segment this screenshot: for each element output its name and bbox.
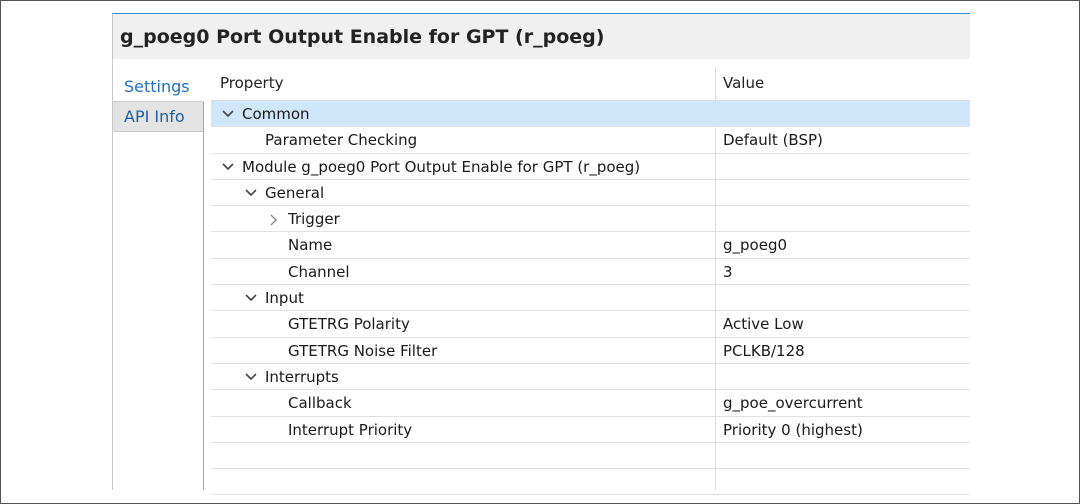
property-cell: Parameter Checking	[243, 127, 417, 153]
value-cell[interactable]: g_poe_overcurrent	[723, 390, 863, 416]
property-label: Name	[288, 236, 333, 255]
property-label: Common	[242, 105, 310, 123]
table-row[interactable]: Callback g_poe_overcurrent	[211, 390, 970, 417]
table-row[interactable]: Parameter Checking Default (BSP)	[211, 127, 970, 154]
table-row[interactable]: Trigger	[211, 206, 970, 233]
table-row[interactable]: Common	[211, 101, 970, 128]
chevron-down-icon[interactable]	[220, 154, 236, 180]
property-cell: GTETRG Noise Filter	[266, 338, 437, 364]
property-cell: Channel	[266, 259, 350, 285]
tab-settings[interactable]: Settings	[113, 72, 204, 102]
property-cell	[220, 443, 242, 469]
property-label: Module g_poeg0 Port Output Enable for GP…	[242, 157, 641, 176]
table-row[interactable]: Name g_poeg0	[211, 232, 970, 259]
panel-title: g_poeg0 Port Output Enable for GPT (r_po…	[120, 25, 605, 48]
value-cell[interactable]: Priority 0 (highest)	[723, 417, 863, 443]
property-cell	[220, 469, 242, 495]
value-cell[interactable]: Active Low	[723, 311, 804, 337]
property-cell: Interrupt Priority	[266, 417, 412, 443]
chevron-down-icon[interactable]	[220, 101, 236, 127]
property-label: Input	[265, 289, 304, 308]
property-cell: Name	[266, 232, 332, 258]
chevron-down-icon[interactable]	[243, 285, 259, 311]
table-row[interactable]: General	[211, 180, 970, 207]
table-row[interactable]: Interrupt Priority Priority 0 (highest)	[211, 417, 970, 443]
property-label: Channel	[288, 262, 350, 281]
property-label: GTETRG Polarity	[288, 315, 410, 334]
property-label: Interrupt Priority	[288, 420, 413, 439]
column-header-property[interactable]: Property	[220, 67, 283, 100]
table-row[interactable]: Input	[211, 285, 970, 312]
table-row[interactable]	[211, 469, 970, 496]
property-label: Parameter Checking	[265, 131, 418, 150]
tab-api-info[interactable]: API Info	[113, 102, 203, 132]
table-header: Property Value	[211, 67, 970, 101]
property-label: Callback	[288, 394, 352, 413]
table-row[interactable]: Module g_poeg0 Port Output Enable for GP…	[211, 154, 970, 180]
property-cell: Common	[220, 101, 310, 127]
chevron-down-icon[interactable]	[243, 364, 259, 390]
table-row[interactable]: Channel 3	[211, 259, 970, 286]
property-cell: Callback	[266, 390, 352, 416]
column-header-value[interactable]: Value	[723, 67, 764, 100]
table-row[interactable]: GTETRG Noise Filter PCLKB/128	[211, 338, 970, 364]
table-body: Common Parameter Checking Default (BSP) Mod…	[211, 101, 970, 496]
property-cell: Module g_poeg0 Port Output Enable for GP…	[220, 154, 640, 180]
property-label: General	[265, 183, 325, 202]
properties-panel: g_poeg0 Port Output Enable for GPT (r_po…	[112, 13, 970, 496]
property-cell: GTETRG Polarity	[266, 311, 410, 337]
property-cell: General	[243, 180, 324, 206]
value-cell[interactable]: g_poeg0	[723, 232, 787, 258]
table-row[interactable]: GTETRG Polarity Active Low	[211, 311, 970, 338]
property-label: Trigger	[288, 210, 340, 229]
side-tab-bar: Settings API Info	[113, 72, 204, 490]
property-label: Interrupts	[265, 367, 339, 386]
property-cell: Trigger	[266, 206, 340, 232]
property-label: GTETRG Noise Filter	[288, 341, 438, 360]
value-cell[interactable]: 3	[723, 259, 733, 285]
table-row[interactable]: Interrupts	[211, 364, 970, 391]
chevron-down-icon[interactable]	[243, 180, 259, 206]
property-cell: Input	[243, 285, 304, 311]
table-row[interactable]	[211, 443, 970, 470]
value-cell[interactable]: Default (BSP)	[723, 127, 823, 153]
property-cell: Interrupts	[243, 364, 339, 390]
value-cell[interactable]: PCLKB/128	[723, 338, 805, 364]
property-table: Property Value Common Parameter Checking D…	[211, 67, 970, 496]
title-bar: g_poeg0 Port Output Enable for GPT (r_po…	[113, 14, 970, 59]
chevron-right-icon[interactable]	[266, 206, 282, 232]
